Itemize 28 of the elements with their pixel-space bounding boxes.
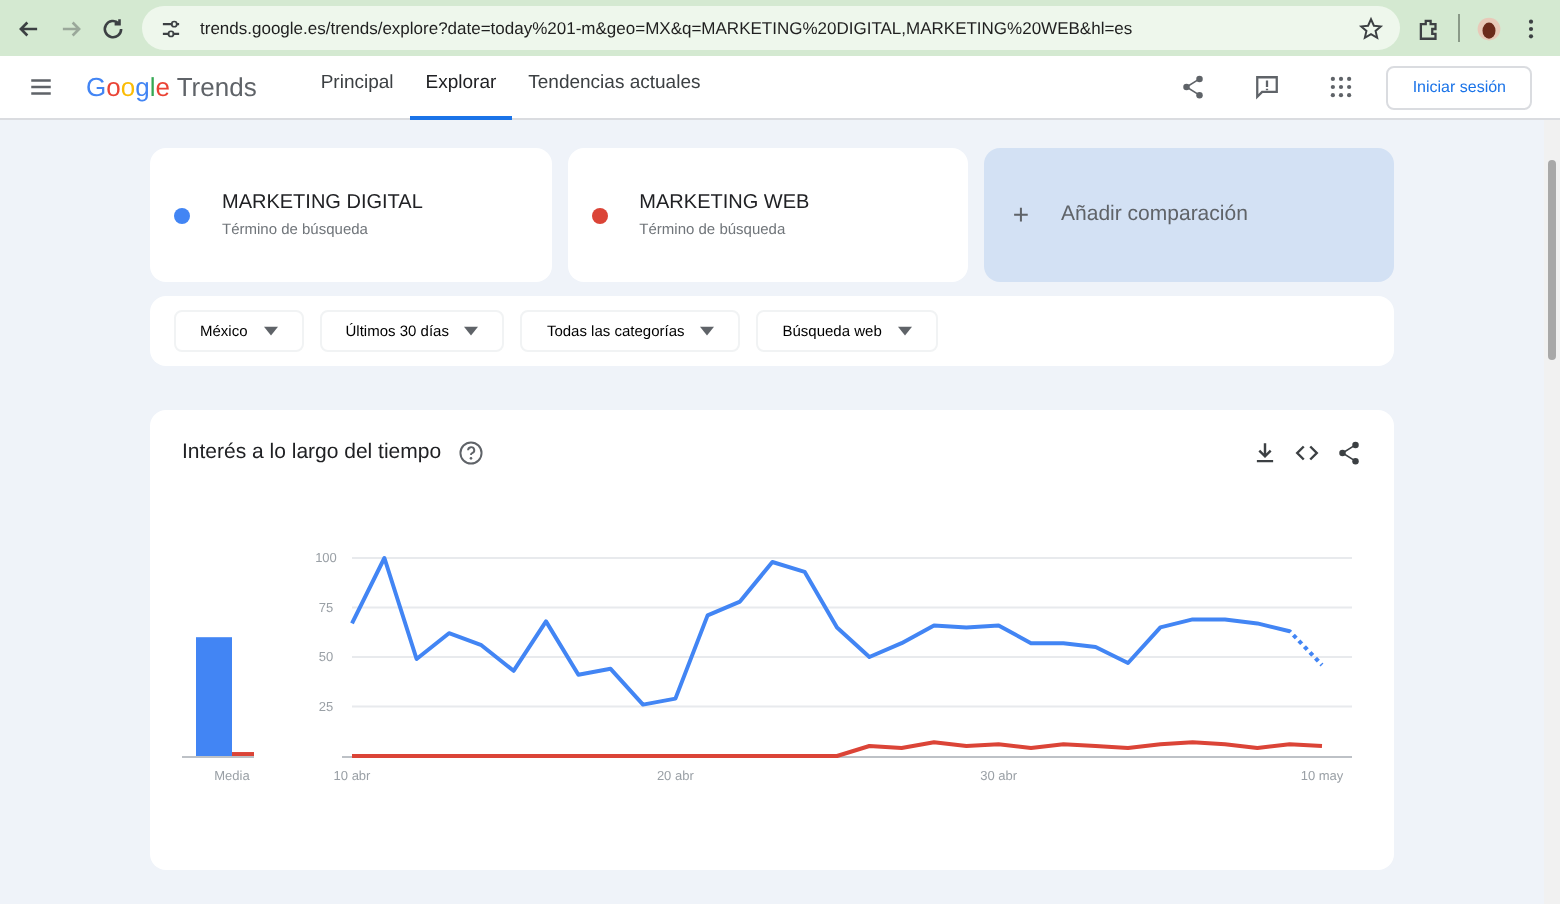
nav-tab[interactable]: Tendencias actuales: [512, 55, 717, 119]
help-icon[interactable]: [457, 440, 484, 467]
term-name: MARKETING DIGITAL: [222, 190, 423, 219]
download-icon[interactable]: [1252, 440, 1278, 467]
share-icon[interactable]: [1180, 74, 1207, 100]
feedback-icon[interactable]: [1254, 74, 1281, 100]
url-text: trends.google.es/trends/explore?date=today%201-m&geo=MX&q=MARKETING%20DIGITAL,MARKETING%20WEB&hl=es: [200, 15, 1135, 41]
add-comparison-button[interactable]: + Añadir comparación: [984, 148, 1395, 282]
nav-tab[interactable]: Explorar: [409, 55, 513, 119]
profile-avatar[interactable]: [1476, 15, 1502, 41]
address-bar[interactable]: trends.google.es/trends/explore?date=today%201-m&geo=MX&q=MARKETING%20DIGITAL,MARKETING%20WEB&hl=es: [142, 6, 1400, 50]
share-icon[interactable]: [1336, 440, 1362, 467]
google-trends-logo[interactable]: Google Trends: [86, 67, 257, 107]
apps-icon[interactable]: [1328, 74, 1355, 100]
term-name: MARKETING WEB: [639, 190, 810, 219]
star-icon[interactable]: [1358, 15, 1384, 41]
reload-icon[interactable]: [100, 15, 126, 41]
nav-tab[interactable]: Principal: [304, 55, 410, 119]
extension-icon[interactable]: [1416, 15, 1442, 41]
caret-icon: [263, 326, 278, 336]
card-title: Interés a lo largo del tiempo: [182, 438, 442, 468]
scrollbar[interactable]: [1544, 120, 1560, 904]
site-info-icon[interactable]: [158, 15, 184, 41]
caret-icon: [897, 326, 912, 336]
caret-icon: [700, 326, 715, 336]
sign-in-button[interactable]: Iniciar sesión: [1386, 65, 1532, 109]
caret-icon: [464, 326, 479, 336]
menu-icon[interactable]: [28, 74, 54, 100]
